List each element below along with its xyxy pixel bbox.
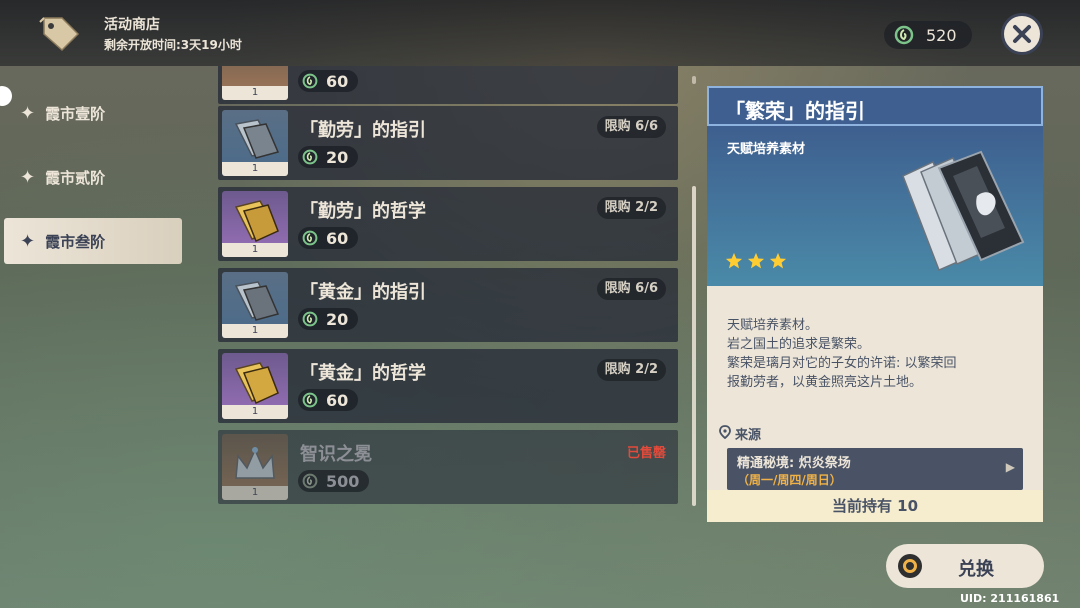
currency-display: 520 xyxy=(884,21,972,49)
tab-label: 霞市贰阶 xyxy=(45,168,106,187)
item-thumbnail: 1 xyxy=(222,191,288,257)
item-price: 60 xyxy=(326,228,349,248)
description-line: 报勤劳者，以黄金照亮这片土地。 xyxy=(727,375,923,390)
item-thumbnail: 1 xyxy=(222,272,288,338)
item-count: 1 xyxy=(222,243,288,257)
item-thumbnail: 1 xyxy=(222,66,288,100)
item-price: 60 xyxy=(326,71,349,91)
purchase-limit: 限购 2/2 xyxy=(596,359,666,381)
item-name: 「黄金」的指引 xyxy=(300,282,426,303)
item-price: 500 xyxy=(326,471,360,491)
shop-item-row[interactable]: 1 「黄金」的指引 20 限购 6/6 xyxy=(218,268,678,342)
shop-time-remaining: 剩余开放时间:3天19小时 xyxy=(104,38,242,52)
scrollbar-top-marker xyxy=(692,76,696,84)
item-thumbnail: 1 xyxy=(222,110,288,176)
item-name: 「勤劳」的哲学 xyxy=(300,201,426,222)
price-pill: 20 xyxy=(298,308,359,330)
item-name: 「黄金」的哲学 xyxy=(300,363,426,384)
sparkle-icon: ✦ xyxy=(20,166,36,188)
item-thumbnail: 1 xyxy=(222,434,288,500)
description-line: 繁荣是璃月对它的子女的许诺: 以繁荣回 xyxy=(727,356,957,371)
festival-coin-icon xyxy=(302,311,318,327)
item-price: 20 xyxy=(326,309,349,329)
sparkle-icon: ✦ xyxy=(20,102,36,124)
owned-count: 当前持有 10 xyxy=(707,490,1043,522)
shop-tag-icon xyxy=(36,12,82,54)
tab-tier-1[interactable]: ✦ 霞市壹阶 xyxy=(4,90,182,136)
exchange-label: 兑换 xyxy=(958,559,994,580)
detail-category: 天赋培养素材 xyxy=(727,142,806,157)
shop-title: 活动商店 xyxy=(104,17,160,33)
detail-title: 「繁荣」的指引 xyxy=(725,99,865,123)
source-domain-days: （周一/周四/周日） xyxy=(737,473,842,487)
close-button[interactable] xyxy=(1001,13,1043,55)
item-count: 1 xyxy=(222,486,288,500)
description-line: 岩之国土的追求是繁荣。 xyxy=(727,337,871,352)
shop-item-list[interactable]: 1 60 1 「勤劳」的指引 20 限购 6/6 1 「勤劳」的哲学 60 限购… xyxy=(218,66,680,506)
festival-coin-icon xyxy=(302,149,318,165)
tab-label: 霞市叁阶 xyxy=(45,232,106,251)
price-pill: 20 xyxy=(298,146,359,168)
sparkle-icon: ✦ xyxy=(20,230,36,252)
source-domain-button[interactable]: 精通秘境: 炽炎祭场 （周一/周四/周日） ▶ xyxy=(727,448,1023,490)
detail-description: 天赋培养素材。 岩之国土的追求是繁荣。 繁荣是璃月对它的子女的许诺: 以繁荣回 … xyxy=(727,316,1027,392)
detail-header: 「繁荣」的指引 xyxy=(707,86,1043,126)
location-pin-icon xyxy=(719,425,731,439)
purchase-limit: 限购 2/2 xyxy=(596,197,666,219)
talent-book-illustration xyxy=(902,150,1025,272)
festival-coin-icon xyxy=(302,473,318,489)
purchase-limit: 限购 6/6 xyxy=(596,116,666,138)
source-label: 来源 xyxy=(735,428,762,443)
item-name: 智识之冕 xyxy=(300,444,372,465)
exchange-button[interactable]: 兑换 xyxy=(886,544,1044,588)
item-count: 1 xyxy=(222,405,288,419)
tab-label: 霞市壹阶 xyxy=(45,104,106,123)
item-price: 20 xyxy=(326,147,349,167)
uid-text: UID: 211161861 xyxy=(960,592,1060,605)
shop-item-row[interactable]: 1 「黄金」的哲学 60 限购 2/2 xyxy=(218,349,678,423)
detail-art-area: 天赋培养素材 xyxy=(707,126,1043,286)
item-count: 1 xyxy=(222,324,288,338)
item-thumbnail: 1 xyxy=(222,353,288,419)
price-pill: 500 xyxy=(298,470,370,492)
festival-coin-icon xyxy=(302,73,318,89)
sold-out-label: 已售罄 xyxy=(626,446,666,461)
shop-item-row[interactable]: 1 「勤劳」的指引 20 限购 6/6 xyxy=(218,106,678,180)
star-icon xyxy=(747,252,765,269)
festival-coin-icon xyxy=(894,25,914,45)
description-line: 天赋培养素材。 xyxy=(727,318,819,333)
item-detail-panel: 「繁荣」的指引 天赋培养素材 天赋培养素材。 岩之国土的追求是繁荣。 繁荣是璃月… xyxy=(707,86,1043,522)
confirm-circle-icon xyxy=(898,554,922,578)
price-pill: 60 xyxy=(298,227,359,249)
festival-coin-icon xyxy=(302,392,318,408)
currency-amount: 520 xyxy=(926,25,957,45)
chevron-right-icon: ▶ xyxy=(1005,460,1015,474)
rarity-stars xyxy=(725,252,787,270)
shop-item-row[interactable]: 1 智识之冕 500 已售罄 xyxy=(218,430,678,504)
price-pill: 60 xyxy=(298,389,359,411)
star-icon xyxy=(769,252,787,269)
purchase-limit: 限购 6/6 xyxy=(596,278,666,300)
item-count: 1 xyxy=(222,162,288,176)
price-pill: 60 xyxy=(298,70,359,92)
festival-coin-icon xyxy=(302,230,318,246)
source-domain-name: 精通秘境: 炽炎祭场 xyxy=(737,456,851,471)
list-scrollbar[interactable] xyxy=(692,186,696,506)
item-price: 60 xyxy=(326,390,349,410)
tab-tier-2[interactable]: ✦ 霞市贰阶 xyxy=(4,154,182,200)
tab-tier-3[interactable]: ✦ 霞市叁阶 xyxy=(4,218,182,264)
item-name: 「勤劳」的指引 xyxy=(300,120,426,141)
shop-item-row[interactable]: 1 60 xyxy=(218,66,678,104)
close-icon xyxy=(1013,25,1031,43)
star-icon xyxy=(725,252,743,269)
shop-item-row[interactable]: 1 「勤劳」的哲学 60 限购 2/2 xyxy=(218,187,678,261)
detail-body: 天赋培养素材。 岩之国土的追求是繁荣。 繁荣是璃月对它的子女的许诺: 以繁荣回 … xyxy=(707,286,1043,522)
item-count: 1 xyxy=(222,86,288,100)
